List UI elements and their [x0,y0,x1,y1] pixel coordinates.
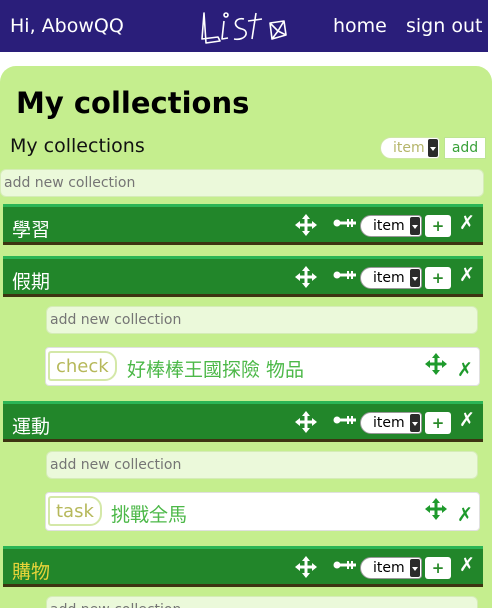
delete-x-icon[interactable]: ✗ [457,359,473,381]
add-item-button[interactable]: + [425,267,451,289]
new-collection-input[interactable] [46,306,478,334]
move-arrows-icon[interactable] [295,556,317,578]
collections-page: My collections My collections item add 學… [0,66,492,608]
key-icon[interactable] [333,269,357,281]
move-arrows-icon[interactable] [425,498,447,520]
delete-x-icon[interactable]: ✗ [459,264,475,286]
key-icon[interactable] [333,559,357,571]
delete-x-icon[interactable]: ✗ [459,554,475,576]
selected-type: item [373,218,405,234]
dropdown-arrow-icon [410,217,420,235]
item-type-select[interactable]: item [360,267,422,289]
collection-name: 運動 [12,416,51,438]
move-arrows-icon[interactable] [425,353,447,375]
item-type-badge: task [48,496,102,526]
dropdown-arrow-icon [410,559,420,577]
selected-type: item [373,415,405,431]
add-item-button[interactable]: + [425,557,451,579]
item-text[interactable]: 好棒棒王國探險 物品 [127,355,304,382]
move-arrows-icon[interactable] [295,214,317,236]
listo-logo[interactable] [198,7,290,47]
selected-type: item [393,140,425,156]
dropdown-arrow-icon [428,139,438,157]
key-icon[interactable] [333,217,357,229]
item-type-select[interactable]: item [360,412,422,434]
add-item-button[interactable]: + [425,215,451,237]
item-type-select[interactable]: item [360,215,422,237]
add-collection-button[interactable]: add [444,137,486,159]
item-type-select[interactable]: item [360,557,422,579]
collection-row[interactable]: 運動 item + ✗ [3,401,483,442]
item-type-badge: check [48,351,117,381]
collection-name: 學習 [12,219,51,241]
add-item-button[interactable]: + [425,412,451,434]
selected-type: item [373,560,405,576]
move-arrows-icon[interactable] [295,266,317,288]
key-icon[interactable] [333,414,357,426]
dropdown-arrow-icon [410,269,420,287]
user-greeting: Hi, AbowQQ [10,15,124,37]
list-item[interactable]: check 好棒棒王國探險 物品 ✗ [45,347,480,386]
delete-x-icon[interactable]: ✗ [459,212,475,234]
collection-row[interactable]: 購物 item + ✗ [3,546,483,587]
move-arrows-icon[interactable] [295,411,317,433]
list-item[interactable]: task 挑戰全馬 ✗ [45,492,480,531]
dropdown-arrow-icon [410,414,420,432]
collections-heading: My collections [10,135,145,157]
new-collection-input[interactable] [0,169,484,197]
new-collection-input[interactable] [46,451,478,479]
delete-x-icon[interactable]: ✗ [457,504,473,526]
collection-name: 假期 [12,271,51,293]
sign-out-link[interactable]: sign out [406,15,482,37]
page-title: My collections [16,86,250,120]
top-navbar: Hi, AbowQQ home sign out [0,0,488,52]
collection-row[interactable]: 假期 item + ✗ [3,256,483,297]
new-collection-input[interactable] [46,596,478,608]
collection-row[interactable]: 學習 item + ✗ [3,204,483,245]
home-link[interactable]: home [333,15,387,37]
collection-name: 購物 [12,561,51,583]
delete-x-icon[interactable]: ✗ [459,409,475,431]
selected-type: item [373,270,405,286]
collection-type-select[interactable]: item [380,137,440,159]
item-text[interactable]: 挑戰全馬 [111,500,187,527]
